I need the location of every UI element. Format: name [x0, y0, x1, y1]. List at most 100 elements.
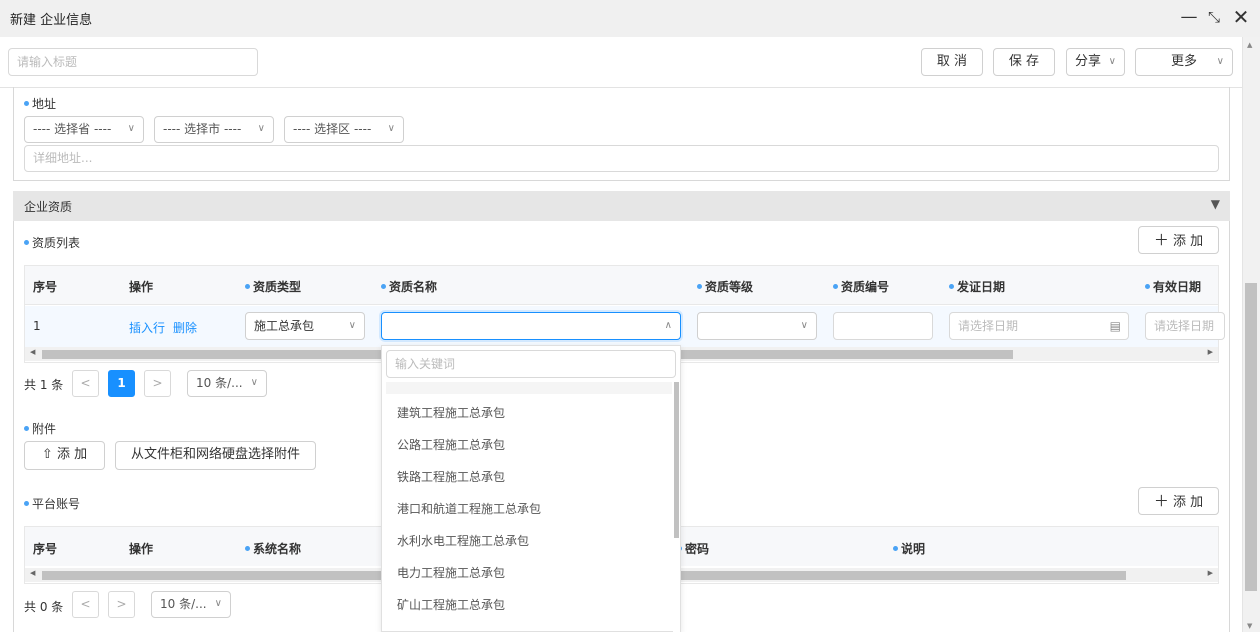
col-name: 资质名称	[381, 278, 437, 295]
province-select[interactable]: ---- 选择省 ---- ∨	[24, 116, 144, 143]
city-select[interactable]: ---- 选择市 ---- ∨	[154, 116, 274, 143]
chevron-down-icon: ∨	[1216, 56, 1224, 67]
section-title: 企业资质	[24, 200, 73, 214]
qualification-name-dropdown: 输入关键词 建筑工程施工总承包 公路工程施工总承包 铁路工程施工总承包 港口和航…	[381, 345, 681, 632]
title-input[interactable]: 请输入标题	[8, 48, 258, 76]
acc-col-password: 密码	[677, 540, 709, 557]
col-actions: 操作	[129, 280, 154, 294]
accounts-page-size-select[interactable]: 10 条/... ∨	[151, 591, 231, 618]
total-count: 共 1 条	[24, 378, 64, 392]
issue-date-input[interactable]: 请选择日期 ▤	[949, 312, 1129, 340]
col-issue-date: 发证日期	[949, 278, 1005, 295]
chevron-down-icon: ∨	[214, 598, 222, 609]
qualification-number-input[interactable]	[833, 312, 933, 340]
required-dot-icon	[381, 284, 386, 289]
scroll-up-icon[interactable]: ▲	[1247, 41, 1252, 49]
valid-date-input[interactable]: 请选择日期	[1145, 312, 1225, 340]
add-qualification-button[interactable]: ＋ 添 加	[1138, 226, 1219, 254]
chevron-down-icon: ∨	[127, 123, 135, 134]
dropdown-option[interactable]: 铁路工程施工总承包	[397, 468, 505, 485]
insert-row-link[interactable]: 插入行	[129, 319, 165, 336]
required-dot-icon	[833, 284, 838, 289]
page-size-select[interactable]: 10 条/... ∨	[187, 370, 267, 397]
scroll-right-icon[interactable]: ▶	[1208, 348, 1213, 356]
qualification-type-select[interactable]: 施工总承包 ∨	[245, 312, 365, 340]
plus-icon: ＋	[1153, 231, 1169, 249]
qualification-name-select[interactable]: ∧	[381, 312, 681, 340]
select-from-cabinet-button[interactable]: 从文件柜和网络硬盘选择附件	[115, 441, 316, 470]
more-button[interactable]: 更多 ∨	[1135, 48, 1233, 76]
minimize-icon[interactable]: —	[1177, 6, 1201, 30]
chevron-down-icon: ∨	[800, 320, 808, 331]
add-account-button[interactable]: ＋ 添 加	[1138, 487, 1219, 515]
add-attachment-button[interactable]: ⇧ 添 加	[24, 441, 105, 470]
prev-page-icon[interactable]: <	[72, 370, 99, 397]
dropdown-scrollbar[interactable]	[673, 382, 680, 632]
scroll-right-icon[interactable]: ▶	[1208, 569, 1213, 577]
page-v-scrollbar[interactable]: ▲ ▼	[1242, 37, 1260, 632]
address-label: 地址	[24, 95, 56, 112]
required-dot-icon	[24, 240, 29, 245]
qualification-level-select[interactable]: ∨	[697, 312, 817, 340]
scroll-down-icon[interactable]: ▼	[1247, 622, 1252, 630]
chevron-down-icon: ∨	[1108, 56, 1116, 67]
page-number[interactable]: 1	[108, 370, 135, 397]
share-label: 分享	[1075, 54, 1102, 69]
district-select[interactable]: ---- 选择区 ---- ∨	[284, 116, 404, 143]
chevron-up-icon: ∧	[664, 320, 672, 331]
dropdown-list-top	[386, 382, 672, 394]
scrollbar-thumb[interactable]	[1245, 283, 1257, 591]
required-dot-icon	[24, 426, 29, 431]
dropdown-option[interactable]: 公路工程施工总承包	[397, 436, 505, 453]
acc-col-actions: 操作	[129, 542, 154, 556]
dropdown-option[interactable]: 电力工程施工总承包	[397, 564, 505, 581]
cancel-button[interactable]: 取 消	[921, 48, 983, 76]
qualification-list-label: 资质列表	[24, 234, 80, 251]
save-button[interactable]: 保 存	[993, 48, 1055, 76]
window-title: 新建 企业信息	[10, 13, 93, 28]
scroll-left-icon[interactable]: ◀	[30, 348, 35, 356]
table-header-row	[25, 266, 1218, 305]
required-dot-icon	[697, 284, 702, 289]
col-level: 资质等级	[697, 278, 753, 295]
chevron-down-icon: ∨	[387, 123, 395, 134]
prev-page-icon[interactable]: <	[72, 591, 99, 618]
scrollbar-thumb[interactable]	[674, 382, 679, 538]
plus-icon: ＋	[1153, 492, 1169, 510]
dropdown-option[interactable]: 建筑工程施工总承包	[397, 404, 505, 421]
share-button[interactable]: 分享 ∨	[1066, 48, 1125, 76]
required-dot-icon	[24, 101, 29, 106]
next-page-icon[interactable]: >	[108, 591, 135, 618]
acc-col-index: 序号	[33, 542, 58, 556]
col-valid-date: 有效日期	[1145, 278, 1201, 295]
required-dot-icon	[949, 284, 954, 289]
acc-col-system: 系统名称	[245, 540, 301, 557]
dropdown-option[interactable]: 港口和航道工程施工总承包	[397, 500, 541, 517]
required-dot-icon	[893, 546, 898, 551]
chevron-down-icon: ∨	[257, 123, 265, 134]
scroll-left-icon[interactable]: ◀	[30, 569, 35, 577]
upload-icon: ⇧	[41, 447, 53, 462]
delete-row-link[interactable]: 删除	[173, 319, 197, 336]
col-index: 序号	[33, 280, 58, 294]
dropdown-option[interactable]: 矿山工程施工总承包	[397, 596, 505, 613]
dropdown-option[interactable]: 水利水电工程施工总承包	[397, 532, 529, 549]
required-dot-icon	[245, 284, 250, 289]
qualification-section-header[interactable]: 企业资质 ▼	[13, 191, 1230, 221]
calendar-icon: ▤	[1109, 319, 1121, 333]
detail-address-input[interactable]: 详细地址...	[24, 145, 1219, 172]
required-dot-icon	[1145, 284, 1150, 289]
col-number: 资质编号	[833, 278, 889, 295]
platform-accounts-label: 平台账号	[24, 495, 80, 512]
next-page-icon[interactable]: >	[144, 370, 171, 397]
accounts-total-count: 共 0 条	[24, 600, 64, 614]
required-dot-icon	[24, 501, 29, 506]
acc-col-description: 说明	[893, 540, 925, 557]
restore-icon[interactable]: ⤡	[1202, 6, 1226, 30]
chevron-down-icon: ∨	[250, 377, 258, 388]
dropdown-search-input[interactable]: 输入关键词	[386, 350, 676, 378]
close-icon[interactable]: ✕	[1229, 6, 1253, 30]
row-index: 1	[33, 319, 41, 333]
title-bar: 新建 企业信息 — ⤡ ✕	[0, 0, 1260, 37]
collapse-triangle-icon[interactable]: ▼	[1211, 197, 1220, 211]
